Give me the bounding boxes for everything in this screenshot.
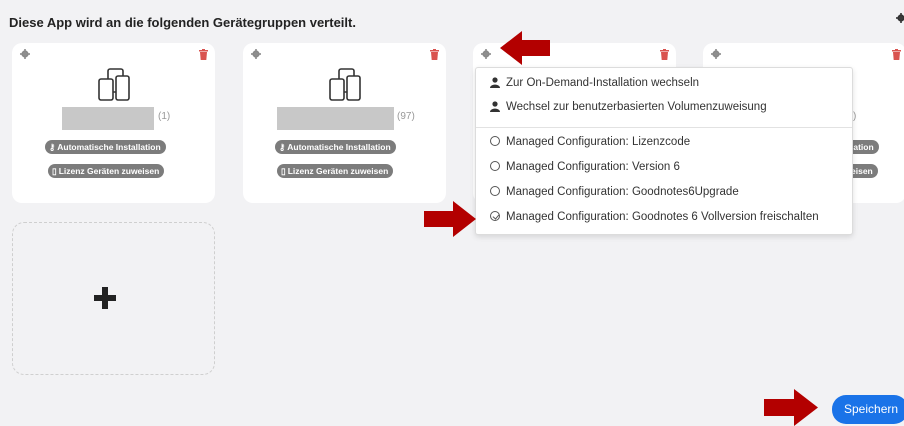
gear-icon[interactable] [481, 49, 491, 59]
save-button[interactable]: Speichern [832, 395, 904, 424]
menu-item-label: Managed Configuration: Lizenzcode [506, 136, 691, 148]
gear-icon[interactable] [711, 49, 721, 59]
key-icon: ⚷ [49, 142, 56, 152]
user-icon [490, 77, 502, 89]
radio-empty-icon [490, 136, 502, 148]
device-count: ) [853, 111, 857, 122]
page-heading: Diese App wird an die folgenden Gerätegr… [9, 15, 356, 30]
menu-item-label: Zur On-Demand-Installation wechseln [506, 77, 700, 89]
menu-item-config-version6[interactable]: Managed Configuration: Version 6 [490, 161, 680, 173]
device-icon: ▯ [281, 166, 286, 176]
key-icon: ⚷ [279, 142, 286, 152]
menu-item-label: Managed Configuration: Goodnotes6Upgrade [506, 186, 739, 198]
gear-icon[interactable] [896, 13, 904, 23]
device-group-card: (97) ⚷ Automatische Installation ▯ Lizenz … [243, 43, 446, 203]
license-label: eisen [851, 166, 873, 176]
license-label: Lizenz Geräten zuweisen [287, 166, 389, 176]
gear-icon[interactable] [251, 49, 261, 59]
plus-icon [102, 287, 108, 309]
menu-item-label: Wechsel zur benutzerbasierten Volumenzuw… [506, 101, 767, 113]
annotation-arrow-icon [424, 201, 476, 237]
user-icon [490, 101, 502, 113]
group-name-redacted [62, 107, 154, 130]
radio-empty-icon [490, 186, 502, 198]
menu-divider [476, 127, 852, 128]
devices-icon [329, 68, 361, 101]
trash-icon[interactable] [660, 49, 669, 60]
annotation-arrow-icon [500, 31, 550, 65]
radio-empty-icon [490, 161, 502, 173]
menu-item-config-lizenzcode[interactable]: Managed Configuration: Lizenzcode [490, 136, 690, 148]
device-count: (1) [158, 111, 171, 122]
trash-icon[interactable] [199, 49, 208, 60]
devices-icon [98, 68, 130, 101]
menu-item-config-upgrade[interactable]: Managed Configuration: Goodnotes6Upgrade [490, 186, 739, 198]
add-device-group-button[interactable] [12, 222, 215, 375]
device-group-card: (1) ⚷ Automatische Installation ▯ Lizenz G… [12, 43, 215, 203]
auto-install-label: Automatische Installation [57, 142, 161, 152]
group-name-redacted [277, 107, 394, 130]
auto-install-label: lation [851, 142, 874, 152]
device-icon: ▯ [52, 166, 57, 176]
license-badge[interactable]: ▯ Lizenz Geräten zuweisen [277, 164, 394, 178]
menu-item-config-vollversion[interactable]: Managed Configuration: Goodnotes 6 Vollv… [490, 211, 819, 223]
check-circle-icon [490, 211, 502, 223]
menu-item-label: Managed Configuration: Goodnotes 6 Vollv… [506, 211, 819, 223]
trash-icon[interactable] [892, 49, 901, 60]
menu-item-label: Managed Configuration: Version 6 [506, 161, 680, 173]
trash-icon[interactable] [430, 49, 439, 60]
license-badge[interactable]: ▯ Lizenz Geräten zuweisen [48, 164, 165, 178]
auto-install-badge[interactable]: ⚷ Automatische Installation [45, 140, 166, 154]
menu-item-user-volume[interactable]: Wechsel zur benutzerbasierten Volumenzuw… [490, 101, 767, 113]
device-count: (97) [397, 111, 415, 122]
gear-icon[interactable] [20, 49, 30, 59]
group-options-menu: Zur On-Demand-Installation wechseln Wech… [475, 67, 853, 235]
menu-item-on-demand[interactable]: Zur On-Demand-Installation wechseln [490, 77, 699, 89]
auto-install-badge[interactable]: ⚷ Automatische Installation [275, 140, 396, 154]
annotation-arrow-icon [764, 389, 818, 426]
auto-install-label: Automatische Installation [287, 142, 391, 152]
license-label: Lizenz Geräten zuweisen [58, 166, 160, 176]
